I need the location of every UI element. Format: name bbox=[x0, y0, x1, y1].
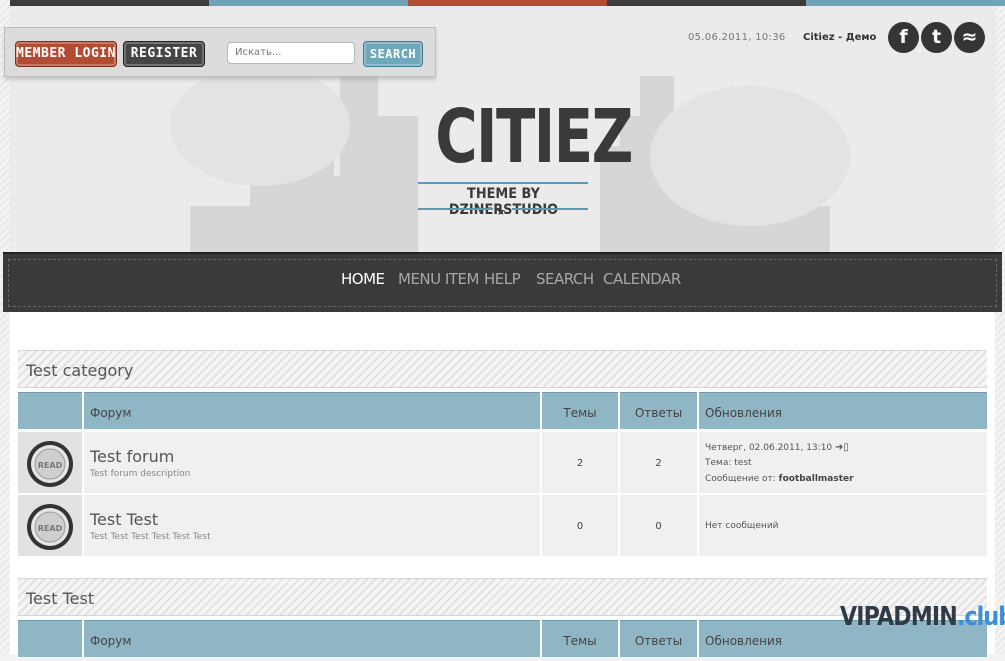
forum-status-cell: READ bbox=[18, 432, 82, 493]
nav-item-calendar[interactable]: Calendar bbox=[603, 270, 681, 288]
table-header-forum: Форум bbox=[84, 392, 540, 429]
last-topic-link[interactable]: test bbox=[734, 458, 751, 468]
table-header-forum: Форум bbox=[84, 620, 540, 657]
last-update-cell: Нет сообщений bbox=[699, 495, 987, 556]
topics-count-cell: 2 bbox=[542, 432, 618, 493]
last-update-cell: Четверг, 02.06.2011, 13:10 ➜▯ Тема: test… bbox=[699, 432, 987, 493]
logo-divider-left bbox=[418, 208, 493, 210]
go-to-last-post-icon[interactable]: ➜▯ bbox=[835, 442, 849, 453]
last-message-line: Сообщение от: footballmaster bbox=[705, 474, 854, 484]
nav-item-home[interactable]: Home bbox=[341, 270, 385, 288]
read-status-icon: READ bbox=[27, 504, 73, 550]
logo-divider-top bbox=[418, 182, 588, 184]
current-datetime: 05.06.2011, 10:36 bbox=[688, 32, 786, 43]
category-title[interactable]: Test category bbox=[26, 361, 133, 380]
last-post-date-line: Четверг, 02.06.2011, 13:10 ➜▯ bbox=[705, 442, 849, 453]
topics-count: 2 bbox=[576, 458, 584, 469]
forum-description: Test Test Test Test Test Test bbox=[90, 532, 211, 542]
forum-status-cell: READ bbox=[18, 495, 82, 556]
nav-item-help[interactable]: Help bbox=[484, 270, 521, 288]
watermark-logo: VIPADMIN.club bbox=[840, 602, 1005, 632]
replies-count: 0 bbox=[655, 521, 662, 532]
table-header-topics: Темы bbox=[542, 392, 618, 429]
nav-item-menu-item[interactable]: Menu Item bbox=[398, 270, 479, 288]
table-header-topics: Темы bbox=[542, 620, 618, 657]
forum-title-link[interactable]: Test forum bbox=[90, 447, 174, 466]
read-icon-label: READ bbox=[38, 524, 63, 533]
replies-count: 2 bbox=[655, 458, 662, 469]
topics-count: 0 bbox=[576, 521, 584, 532]
last-message-author-link[interactable]: footballmaster bbox=[779, 474, 854, 484]
user-search-panel: Member Login Register Search bbox=[4, 27, 436, 77]
table-header-icon-col bbox=[18, 392, 82, 429]
topics-count-cell: 0 bbox=[542, 495, 618, 556]
search-button[interactable]: Search bbox=[363, 41, 423, 67]
table-header-replies: Ответы bbox=[620, 392, 697, 429]
table-header-replies: Ответы bbox=[620, 620, 697, 657]
forum-title-link[interactable]: Test Test bbox=[90, 510, 158, 529]
replies-count-cell: 0 bbox=[620, 495, 697, 556]
site-logo-title[interactable]: CITIEZ bbox=[435, 96, 633, 178]
watermark-suffix: .club bbox=[956, 602, 1005, 632]
facebook-icon[interactable]: f bbox=[888, 22, 919, 53]
read-status-icon: READ bbox=[27, 441, 73, 487]
replies-count-cell: 2 bbox=[620, 432, 697, 493]
message-from-label: Сообщение от: bbox=[705, 474, 776, 484]
category-title[interactable]: Test Test bbox=[26, 589, 94, 608]
site-name-link[interactable]: Citiez - Демо bbox=[803, 32, 876, 43]
read-icon-label: READ bbox=[38, 461, 63, 470]
register-button[interactable]: Register bbox=[123, 41, 205, 67]
forum-info-cell: Test forum Test forum description bbox=[84, 432, 540, 493]
watermark-main: VIPADMIN bbox=[840, 602, 958, 632]
last-post-date: Четверг, 02.06.2011, 13:10 bbox=[705, 443, 833, 453]
search-input[interactable] bbox=[227, 42, 355, 64]
table-header-updates: Обновления bbox=[699, 392, 987, 429]
last-topic-line: Тема: test bbox=[705, 458, 752, 468]
nav-item-search[interactable]: Search bbox=[536, 270, 594, 288]
rss-icon[interactable]: ≈ bbox=[954, 22, 985, 53]
table-header-icon-col bbox=[18, 620, 82, 657]
topic-label: Тема: bbox=[705, 458, 732, 468]
forum-description: Test forum description bbox=[90, 469, 191, 479]
star-icon: ★ bbox=[496, 205, 506, 218]
twitter-icon[interactable]: t bbox=[921, 22, 952, 53]
category-header: Test category bbox=[18, 350, 987, 388]
member-login-button[interactable]: Member Login bbox=[15, 41, 117, 67]
forum-info-cell: Test Test Test Test Test Test Test Test bbox=[84, 495, 540, 556]
logo-divider-right bbox=[512, 208, 588, 210]
no-messages-text: Нет сообщений bbox=[705, 521, 779, 531]
